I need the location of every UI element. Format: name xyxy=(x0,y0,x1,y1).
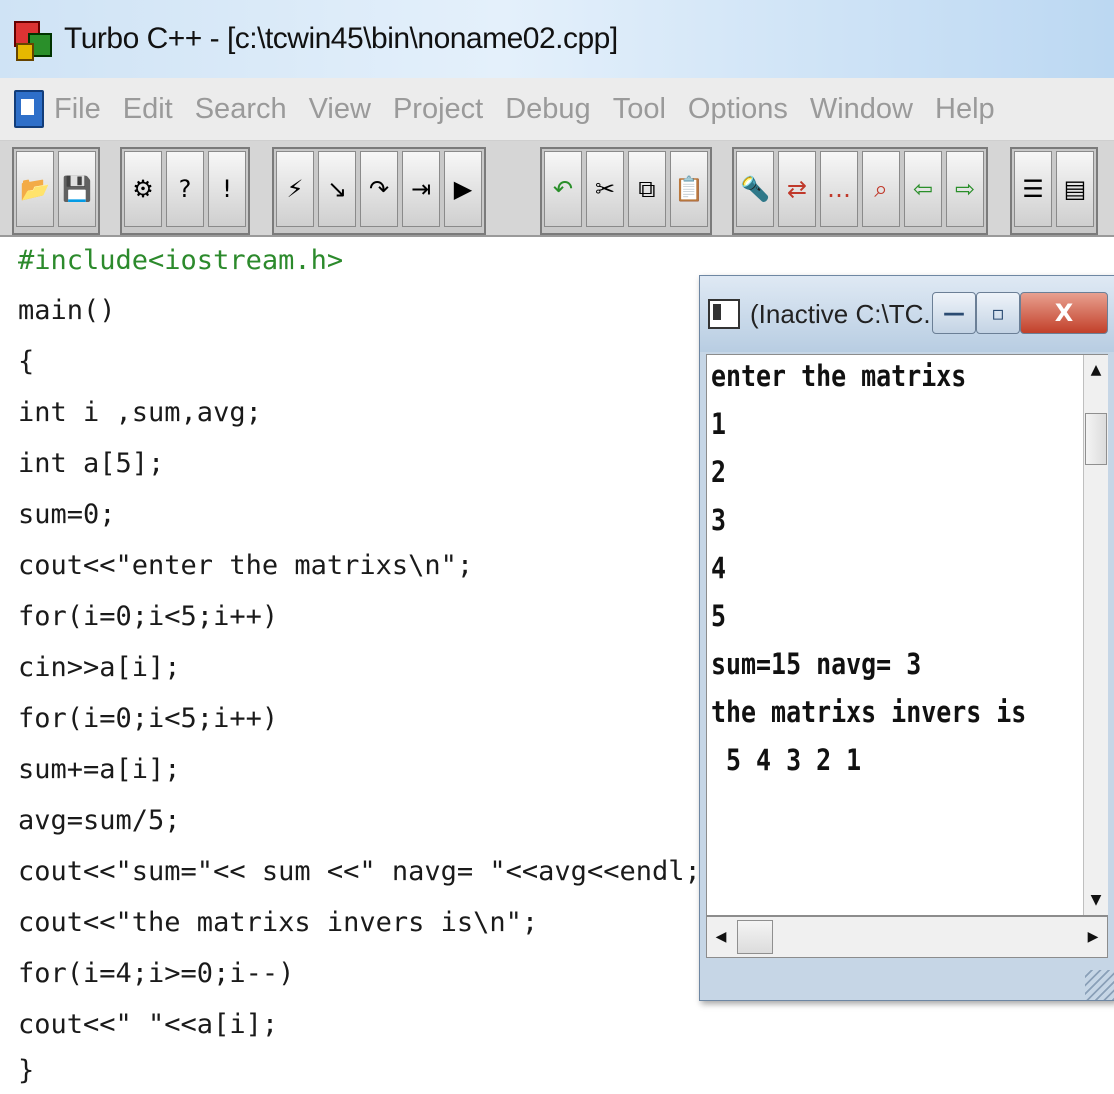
window-tile-icon[interactable]: ☰ xyxy=(1014,151,1052,227)
lightning-icon[interactable]: ⚡ xyxy=(276,151,314,227)
code-line: int a[5]; xyxy=(18,448,165,479)
code-line: main() xyxy=(18,295,116,326)
code-line: cout<<"sum="<< sum <<" navg= "<<avg<<end… xyxy=(18,856,701,887)
open-file-icon[interactable]: 📂 xyxy=(16,151,54,227)
console-output-area[interactable]: enter the matrixs 1 2 3 4 5 sum=15 navg=… xyxy=(706,354,1108,916)
output-line: sum=15 navg= 3 xyxy=(711,647,922,681)
code-line: cout<<"the matrixs invers is\n"; xyxy=(18,907,539,938)
menu-project[interactable]: Project xyxy=(393,93,483,126)
copy-icon[interactable]: ⧉ xyxy=(628,151,666,227)
toolbar-group-compile: ⚙ ? ! xyxy=(120,147,250,235)
scroll-left-icon[interactable]: ◀ xyxy=(707,917,735,957)
code-line: #include<iostream.h> xyxy=(18,245,344,276)
window-title: Turbo C++ - [c:\tcwin45\bin\noname02.cpp… xyxy=(64,22,618,55)
output-line: 4 xyxy=(711,551,727,585)
undo-icon[interactable]: ↶ xyxy=(544,151,582,227)
toolbar-group-edit: ↶ ✂ ⧉ 📋 xyxy=(540,147,712,235)
toolbar-group-file: 📂 💾 xyxy=(12,147,100,235)
save-file-icon[interactable]: 💾 xyxy=(58,151,96,227)
window-cascade-icon[interactable]: ▤ xyxy=(1056,151,1094,227)
previous-message-icon[interactable]: ⇦ xyxy=(904,151,942,227)
run-to-icon[interactable]: ⇥ xyxy=(402,151,440,227)
menu-file[interactable]: File xyxy=(54,93,101,126)
code-line: sum+=a[i]; xyxy=(18,754,181,785)
step-into-icon[interactable]: ↘ xyxy=(318,151,356,227)
close-button[interactable]: X xyxy=(1020,292,1108,334)
code-line: for(i=4;i>=0;i--) xyxy=(18,958,295,989)
browse-icon[interactable]: ⌕ xyxy=(862,151,900,227)
paste-icon[interactable]: 📋 xyxy=(670,151,708,227)
make-icon[interactable]: ? xyxy=(166,151,204,227)
build-icon[interactable]: ! xyxy=(208,151,246,227)
toolbar-group-window: ☰ ▤ xyxy=(1010,147,1098,235)
output-line: enter the matrixs xyxy=(711,359,967,393)
resize-grip[interactable] xyxy=(1085,970,1114,1000)
scroll-right-icon[interactable]: ▶ xyxy=(1079,917,1107,957)
output-line: the matrixs invers is xyxy=(711,695,1027,729)
vertical-scrollbar[interactable]: ▲ ▼ xyxy=(1083,355,1108,915)
menu-debug[interactable]: Debug xyxy=(505,93,590,126)
title-bar: Turbo C++ - [c:\tcwin45\bin\noname02.cpp… xyxy=(0,0,1114,78)
console-window[interactable]: (Inactive C:\TC... — ▫ X enter the matri… xyxy=(699,275,1114,1001)
menu-options[interactable]: Options xyxy=(688,93,788,126)
menu-window[interactable]: Window xyxy=(810,93,913,126)
code-line: sum=0; xyxy=(18,499,116,530)
output-line: 1 xyxy=(711,407,727,441)
menu-view[interactable]: View xyxy=(309,93,371,126)
replace-icon[interactable]: ⇄ xyxy=(778,151,816,227)
scroll-down-icon[interactable]: ▼ xyxy=(1084,885,1108,915)
horizontal-scroll-thumb[interactable] xyxy=(737,920,773,954)
menu-edit[interactable]: Edit xyxy=(123,93,173,126)
run-icon[interactable]: ▶ xyxy=(444,151,482,227)
next-message-icon[interactable]: ⇨ xyxy=(946,151,984,227)
console-title: (Inactive C:\TC... xyxy=(750,298,946,329)
output-line: 5 4 3 2 1 xyxy=(711,743,862,777)
toolbar-group-search: 🔦 ⇄ … ⌕ ⇦ ⇨ xyxy=(732,147,988,235)
scroll-up-icon[interactable]: ▲ xyxy=(1084,355,1108,385)
code-line: cin>>a[i]; xyxy=(18,652,181,683)
vertical-scroll-thumb[interactable] xyxy=(1085,413,1107,465)
output-line: 5 xyxy=(711,599,727,633)
search-icon[interactable]: 🔦 xyxy=(736,151,774,227)
menu-bar: File Edit Search View Project Debug Tool… xyxy=(0,78,1114,141)
code-line: cout<<"enter the matrixs\n"; xyxy=(18,550,474,581)
code-line: } xyxy=(18,1055,35,1086)
menu-search[interactable]: Search xyxy=(195,93,287,126)
cut-icon[interactable]: ✂ xyxy=(586,151,624,227)
horizontal-scrollbar[interactable]: ◀ ▶ xyxy=(706,916,1108,958)
menu-help[interactable]: Help xyxy=(935,93,995,126)
code-line: { xyxy=(18,346,35,377)
turbo-cpp-app-icon[interactable] xyxy=(10,17,54,61)
code-line: for(i=0;i<5;i++) xyxy=(18,601,279,632)
code-line: int i ,sum,avg; xyxy=(18,397,262,428)
compile-icon[interactable]: ⚙ xyxy=(124,151,162,227)
console-icon[interactable] xyxy=(708,299,740,329)
menu-tool[interactable]: Tool xyxy=(613,93,666,126)
search-again-icon[interactable]: … xyxy=(820,151,858,227)
code-line: avg=sum/5; xyxy=(18,805,181,836)
minimize-button[interactable]: — xyxy=(932,292,976,334)
toolbar-group-run: ⚡ ↘ ↷ ⇥ ▶ xyxy=(272,147,486,235)
output-line: 2 xyxy=(711,455,727,489)
toolbar: 📂 💾 ⚙ ? ! ⚡ ↘ ↷ ⇥ ▶ ↶ ✂ ⧉ 📋 🔦 ⇄ … ⌕ ⇦ ⇨ … xyxy=(0,141,1114,237)
step-over-icon[interactable]: ↷ xyxy=(360,151,398,227)
code-line: for(i=0;i<5;i++) xyxy=(18,703,279,734)
console-title-bar[interactable]: (Inactive C:\TC... — ▫ X xyxy=(700,276,1114,352)
document-icon[interactable] xyxy=(14,90,44,128)
code-line: cout<<" "<<a[i]; xyxy=(18,1009,279,1040)
output-line: 3 xyxy=(711,503,727,537)
maximize-button[interactable]: ▫ xyxy=(976,292,1020,334)
